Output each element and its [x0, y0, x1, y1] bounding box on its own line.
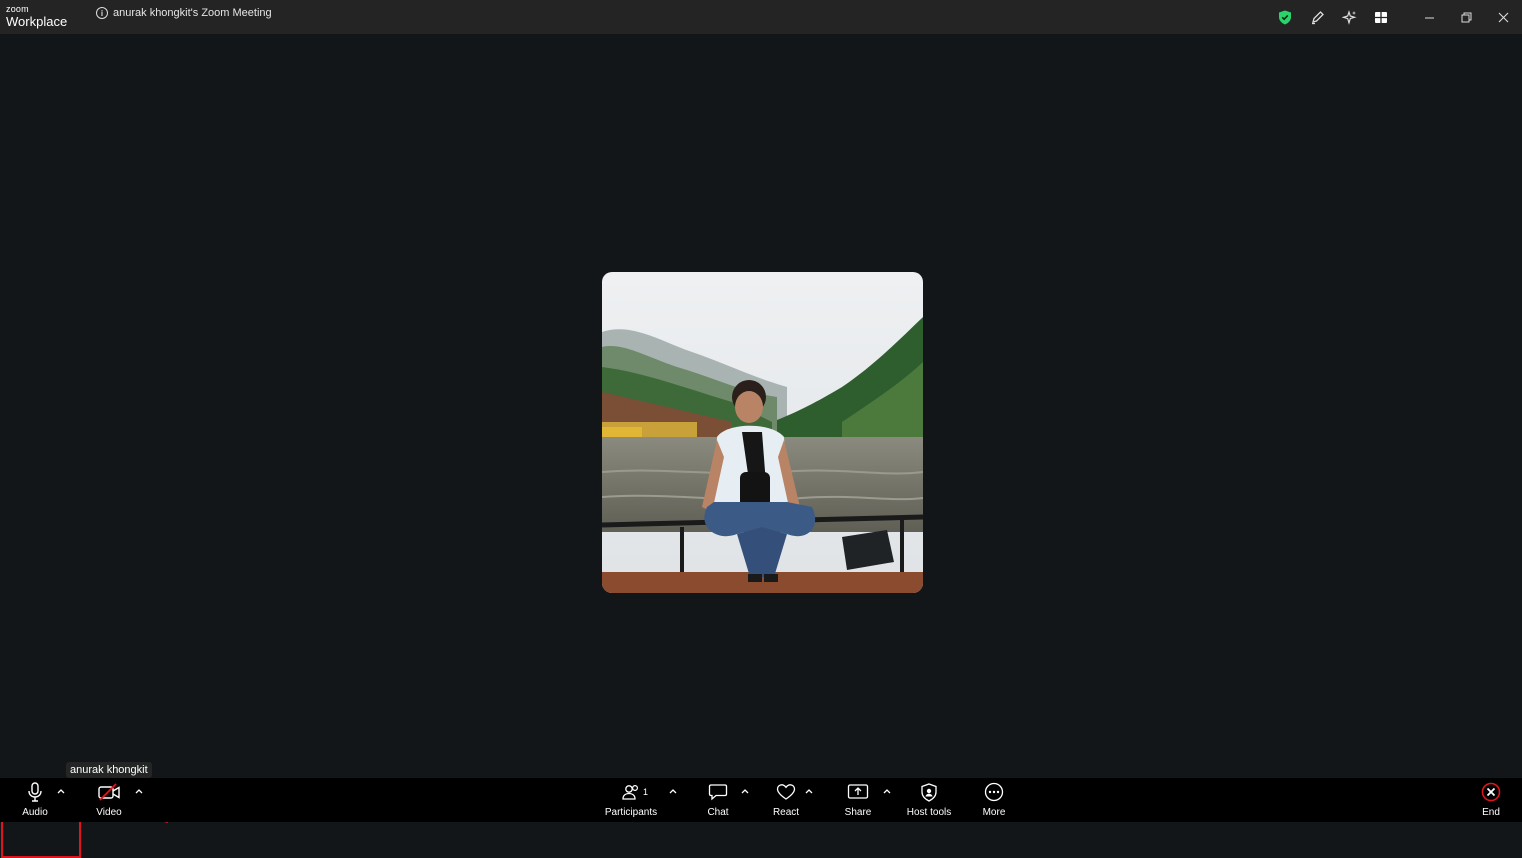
participant-photo — [602, 272, 923, 593]
logo-zoom-text: zoom — [6, 4, 29, 14]
audio-options-caret[interactable] — [55, 784, 67, 798]
chevron-up-icon — [741, 789, 749, 794]
close-window-button[interactable] — [1485, 0, 1522, 34]
participant-video-tile[interactable] — [602, 272, 923, 593]
video-camera-off-icon — [98, 783, 120, 801]
share-options-caret[interactable] — [881, 784, 893, 798]
edit-pen-icon[interactable] — [1301, 0, 1333, 34]
react-label: React — [772, 807, 800, 818]
end-label: End — [1482, 807, 1500, 818]
chat-button[interactable]: Chat — [696, 778, 740, 822]
logo-workplace-text: Workplace — [6, 14, 68, 29]
video-options-caret[interactable] — [133, 784, 145, 798]
participant-name-tag: anurak khongkit — [66, 762, 152, 778]
shield-check-icon[interactable] — [1269, 0, 1301, 34]
host-tools-button[interactable]: Host tools — [904, 778, 954, 822]
heart-react-icon — [776, 784, 796, 800]
participants-count-badge: 1 — [643, 787, 649, 797]
audio-label: Audio — [22, 807, 48, 818]
host-tools-label: Host tools — [906, 807, 952, 818]
meeting-toolbar: Audio Video Participants 1 Chat React Sh… — [0, 778, 1522, 822]
share-label: Share — [844, 807, 872, 818]
restore-button[interactable] — [1448, 0, 1485, 34]
chevron-up-icon — [883, 789, 891, 794]
titlebar-controls — [1269, 0, 1522, 34]
meeting-info[interactable]: i anurak khongkit's Zoom Meeting — [96, 7, 272, 19]
chevron-up-icon — [805, 789, 813, 794]
video-button[interactable]: Video — [86, 778, 132, 822]
minimize-button[interactable] — [1411, 0, 1448, 34]
info-icon[interactable]: i — [96, 7, 108, 19]
meeting-title: anurak khongkit's Zoom Meeting — [113, 7, 272, 19]
chevron-up-icon — [57, 789, 65, 794]
participants-button[interactable]: Participants — [600, 778, 662, 822]
end-meeting-button[interactable]: End — [1474, 778, 1508, 822]
microphone-icon — [28, 782, 42, 802]
end-close-icon — [1481, 782, 1501, 802]
zoom-logo: zoom Workplace — [6, 4, 68, 29]
video-label: Video — [96, 807, 122, 818]
participants-label: Participants — [604, 807, 658, 818]
host-shield-icon — [921, 782, 937, 802]
participants-options-caret[interactable] — [667, 784, 679, 798]
title-bar: zoom Workplace i anurak khongkit's Zoom … — [0, 0, 1522, 34]
chat-bubble-icon — [708, 784, 728, 801]
chevron-up-icon — [669, 789, 677, 794]
share-button[interactable]: Share — [836, 778, 880, 822]
more-button[interactable]: More — [974, 778, 1014, 822]
more-label: More — [982, 807, 1006, 818]
more-dots-icon — [984, 782, 1004, 802]
meeting-stage: anurak khongkit — [0, 34, 1522, 858]
sparkle-ai-icon[interactable] — [1333, 0, 1365, 34]
chat-label: Chat — [707, 807, 729, 818]
react-button[interactable]: React — [764, 778, 808, 822]
chevron-up-icon — [135, 789, 143, 794]
chat-options-caret[interactable] — [739, 784, 751, 798]
react-options-caret[interactable] — [803, 784, 815, 798]
share-screen-icon — [847, 784, 869, 799]
participants-icon — [622, 784, 639, 800]
apps-grid-icon[interactable] — [1365, 0, 1397, 34]
audio-button[interactable]: Audio — [12, 778, 58, 822]
